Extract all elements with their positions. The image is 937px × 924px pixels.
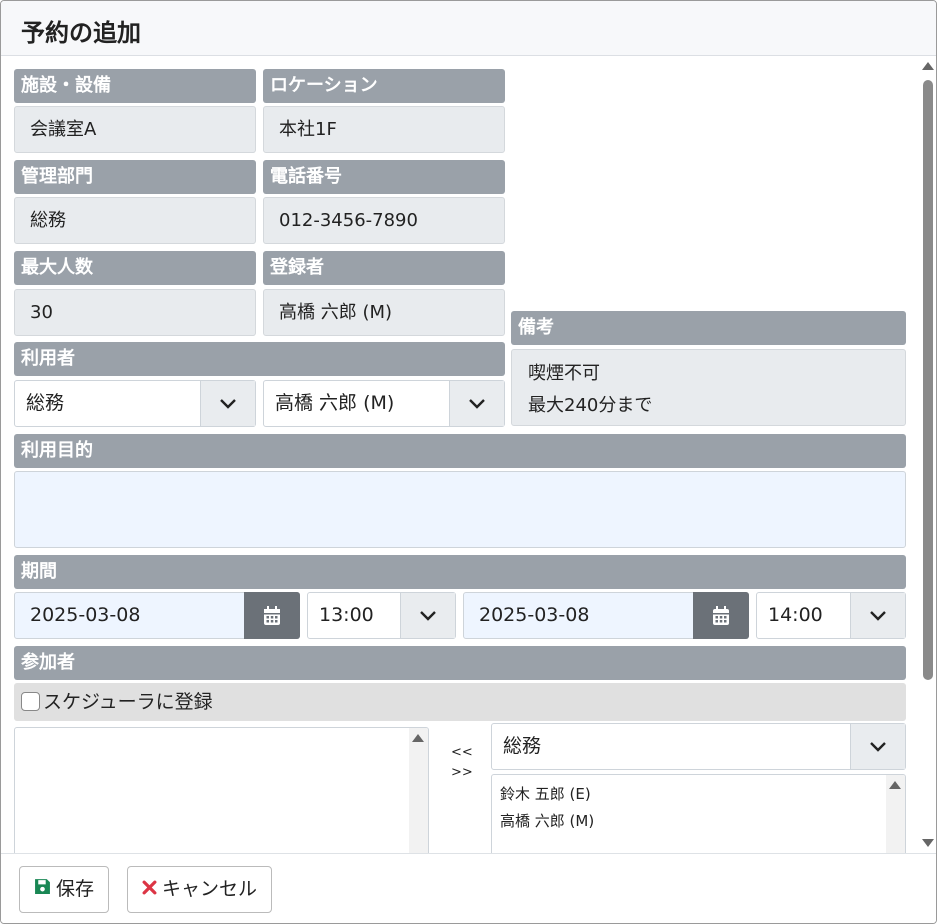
department-label: 管理部門 — [14, 160, 256, 194]
cancel-button[interactable]: キャンセル — [127, 866, 273, 913]
chevron-down-icon[interactable] — [850, 724, 905, 769]
reservation-dialog: 予約の追加 施設・設備 ロケーション 会議室A 本社1F 管理部門 電話番号 総… — [0, 0, 937, 924]
start-date-value: 2025-03-08 — [30, 604, 141, 626]
save-icon — [34, 867, 51, 912]
user-person-value: 高橋 六郎 (M) — [275, 392, 395, 414]
add-participant-button[interactable]: << — [451, 743, 473, 763]
chevron-down-icon[interactable] — [850, 593, 905, 638]
dialog-title: 予約の追加 — [21, 19, 141, 47]
capacity-label: 最大人数 — [14, 251, 256, 285]
phone-value: 012-3456-7890 — [263, 197, 505, 244]
save-button[interactable]: 保存 — [19, 866, 110, 913]
notes-line: 最大240分まで — [528, 395, 653, 416]
cancel-label: キャンセル — [162, 878, 258, 900]
chevron-down-icon[interactable] — [449, 381, 504, 426]
department-value: 総務 — [14, 197, 256, 244]
user-label: 利用者 — [14, 342, 505, 376]
period-label: 期間 — [14, 555, 906, 589]
purpose-textarea[interactable] — [14, 471, 906, 548]
calendar-icon[interactable] — [693, 592, 749, 639]
user-person-select[interactable]: 高橋 六郎 (M) — [263, 380, 505, 427]
capacity-value: 30 — [14, 289, 256, 336]
scheduler-checkbox-label: スケジューラに登録 — [43, 691, 213, 713]
facility-value: 会議室A — [14, 106, 256, 153]
scheduler-checkbox-row[interactable]: スケジューラに登録 — [14, 683, 906, 721]
start-date-input[interactable]: 2025-03-08 — [14, 592, 300, 639]
facility-label: 施設・設備 — [14, 69, 256, 103]
dialog-body: 施設・設備 ロケーション 会議室A 本社1F 管理部門 電話番号 総務 012-… — [1, 56, 936, 853]
notes-line: 喫煙不可 — [528, 363, 600, 384]
transfer-arrows: << >> — [451, 743, 473, 783]
purpose-label: 利用目的 — [14, 434, 906, 468]
end-date-input[interactable]: 2025-03-08 — [463, 592, 749, 639]
registrant-value: 高橋 六郎 (M) — [263, 289, 505, 336]
end-date-value: 2025-03-08 — [479, 604, 590, 626]
candidate-participants-list[interactable]: 鈴木 五郎 (E) 高橋 六郎 (M) — [491, 774, 906, 853]
scrollbar-thumb[interactable] — [923, 80, 933, 680]
notes-value: 喫煙不可 最大240分まで — [511, 349, 906, 426]
registrant-label: 登録者 — [263, 251, 505, 285]
selected-participants-list[interactable] — [14, 727, 429, 853]
save-label: 保存 — [56, 878, 95, 900]
list-scrollbar[interactable] — [409, 728, 428, 853]
scroll-down-icon[interactable] — [922, 839, 934, 847]
chevron-down-icon[interactable] — [200, 381, 255, 426]
notes-label: 備考 — [511, 311, 906, 345]
participant-group-select[interactable]: 総務 — [491, 723, 906, 770]
user-department-value: 総務 — [26, 392, 65, 414]
scroll-up-icon[interactable] — [889, 781, 901, 789]
participants-label: 参加者 — [14, 646, 906, 680]
location-label: ロケーション — [263, 69, 505, 103]
close-icon — [142, 867, 157, 912]
end-time-value: 14:00 — [768, 604, 823, 626]
phone-label: 電話番号 — [263, 160, 505, 194]
dialog-scrollbar[interactable] — [919, 56, 936, 853]
user-department-select[interactable]: 総務 — [14, 380, 256, 427]
list-scrollbar[interactable] — [886, 775, 905, 853]
scheduler-checkbox[interactable] — [21, 692, 40, 711]
dialog-footer: 保存 キャンセル — [1, 853, 936, 923]
start-time-value: 13:00 — [319, 604, 374, 626]
list-item[interactable]: 鈴木 五郎 (E) — [492, 781, 905, 808]
scroll-up-icon[interactable] — [922, 62, 934, 70]
location-value: 本社1F — [263, 106, 505, 153]
list-item[interactable]: 高橋 六郎 (M) — [492, 808, 905, 835]
calendar-icon[interactable] — [244, 592, 300, 639]
chevron-down-icon[interactable] — [400, 593, 455, 638]
remove-participant-button[interactable]: >> — [451, 763, 473, 783]
scroll-up-icon[interactable] — [412, 734, 424, 742]
participant-group-value: 総務 — [503, 735, 542, 757]
end-time-select[interactable]: 14:00 — [756, 592, 906, 639]
dialog-titlebar: 予約の追加 — [1, 1, 936, 56]
start-time-select[interactable]: 13:00 — [307, 592, 456, 639]
